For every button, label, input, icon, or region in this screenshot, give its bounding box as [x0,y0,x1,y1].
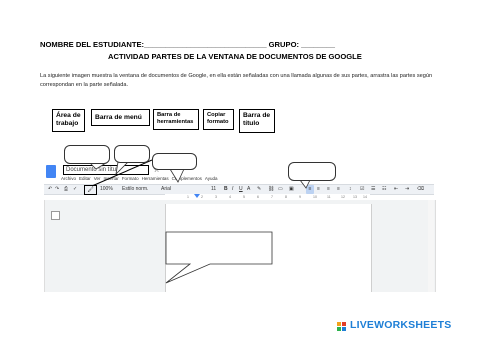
callout-layer [89,159,311,284]
toolbar-callout-pointer [169,168,185,183]
align-callout-pointer [299,179,311,189]
drop-zone-align[interactable] [288,162,336,181]
drop-zone-menu-bar[interactable] [114,145,150,163]
drop-zone-title-bar[interactable] [64,145,110,164]
liveworksheets-logo-icon [337,322,346,331]
drop-zone-work-area[interactable] [167,233,271,263]
drop-zone-toolbar[interactable] [152,153,197,170]
liveworksheets-logo-text: LIVEWORKSHEETS [350,319,452,331]
menu-callout-pointer [115,161,129,176]
